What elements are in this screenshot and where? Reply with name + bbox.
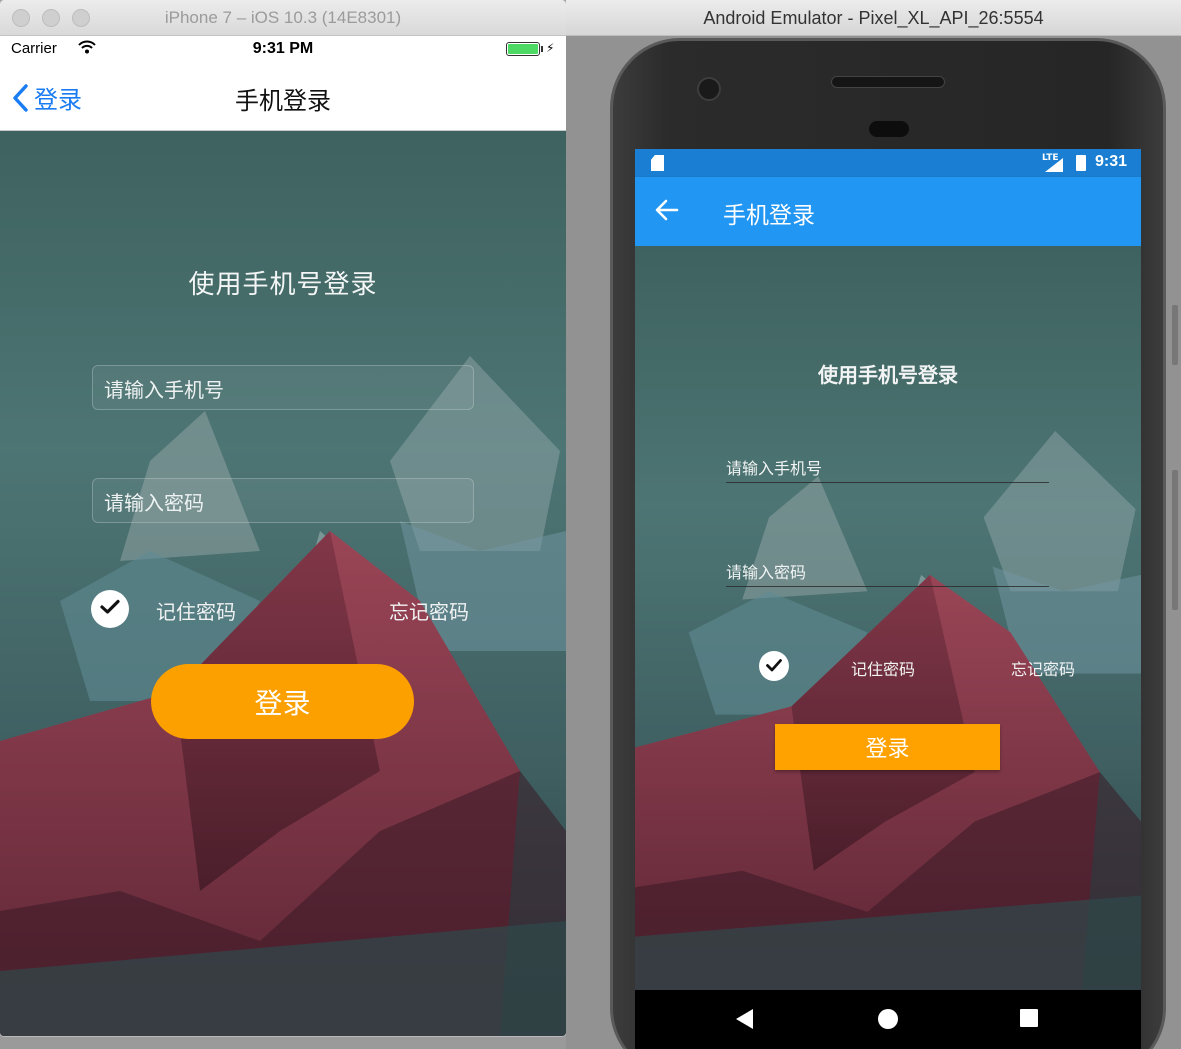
charging-icon: ⚡ <box>546 41 555 55</box>
ios-window-titlebar: iPhone 7 – iOS 10.3 (14E8301) <box>0 0 566 36</box>
remember-checkbox[interactable] <box>759 651 789 681</box>
checkmark-icon <box>100 599 120 619</box>
login-heading: 使用手机号登录 <box>818 363 958 387</box>
arrow-back-icon[interactable] <box>655 199 679 225</box>
remember-label: 记住密码 <box>851 660 916 679</box>
page-title: 手机登录 <box>235 87 331 115</box>
android-navigation-bar <box>635 990 1141 1049</box>
battery-icon <box>1076 155 1086 171</box>
android-status-bar: LTE 9:31 <box>635 149 1141 177</box>
power-button[interactable] <box>1172 305 1178 365</box>
password-placeholder: 请输入密码 <box>726 563 807 582</box>
forgot-password-link[interactable]: 忘记密码 <box>389 596 469 625</box>
forgot-password-link[interactable]: 忘记密码 <box>1011 656 1075 680</box>
login-heading: 使用手机号登录 <box>188 270 378 300</box>
status-time: 9:31 <box>1095 153 1128 170</box>
android-app-bar: 手机登录 <box>635 177 1141 246</box>
remember-checkbox[interactable] <box>91 590 129 628</box>
signal-icon <box>1045 157 1063 176</box>
proximity-sensor <box>869 121 909 137</box>
page-title: 手机登录 <box>723 203 815 229</box>
checkmark-icon <box>766 657 782 676</box>
status-time: 9:31 PM <box>252 40 314 57</box>
battery-tip <box>541 46 543 52</box>
login-button[interactable]: 登录 <box>775 724 1000 770</box>
ios-navigation-bar: 登录 手机登录 <box>0 62 566 131</box>
sd-card-icon <box>651 155 664 171</box>
android-window-titlebar: Android Emulator - Pixel_XL_API_26:5554 <box>566 0 1181 36</box>
ios-window-title: iPhone 7 – iOS 10.3 (14E8301) <box>164 8 402 27</box>
password-input[interactable]: 请输入密码 <box>92 478 474 523</box>
remember-label: 记住密码 <box>156 600 236 624</box>
earpiece-speaker <box>831 76 945 88</box>
android-window-title: Android Emulator - Pixel_XL_API_26:5554 <box>703 8 1044 28</box>
login-button[interactable]: 登录 <box>151 664 414 739</box>
phone-placeholder: 请输入手机号 <box>104 378 224 402</box>
nav-home-icon[interactable] <box>877 1008 899 1034</box>
phone-input[interactable]: 请输入手机号 <box>92 365 474 410</box>
background-image <box>635 246 1141 990</box>
password-placeholder: 请输入密码 <box>104 491 204 515</box>
ios-simulator-window: iPhone 7 – iOS 10.3 (14E8301) Carrier 9:… <box>0 0 566 1036</box>
phone-input[interactable]: 请输入手机号 <box>726 455 1049 483</box>
volume-button[interactable] <box>1172 470 1178 610</box>
android-login-content: 使用手机号登录 请输入手机号 请输入密码 记住密码 忘记密码 登录 <box>635 246 1141 990</box>
ios-login-content: 使用手机号登录 请输入手机号 请输入密码 记住密码 忘记密码 登录 <box>0 131 566 1036</box>
nav-overview-icon[interactable] <box>1019 1008 1039 1032</box>
front-camera <box>697 77 721 101</box>
nav-back-icon[interactable] <box>735 1008 755 1034</box>
battery-icon <box>506 42 540 56</box>
ios-status-bar: Carrier 9:31 PM ⚡ <box>0 36 566 62</box>
android-screen: LTE 9:31 手机登录 使用手机号登录 请输入手机号 请输入密码 记住密码 … <box>635 149 1141 1049</box>
phone-placeholder: 请输入手机号 <box>726 459 823 478</box>
password-input[interactable]: 请输入密码 <box>726 559 1049 587</box>
